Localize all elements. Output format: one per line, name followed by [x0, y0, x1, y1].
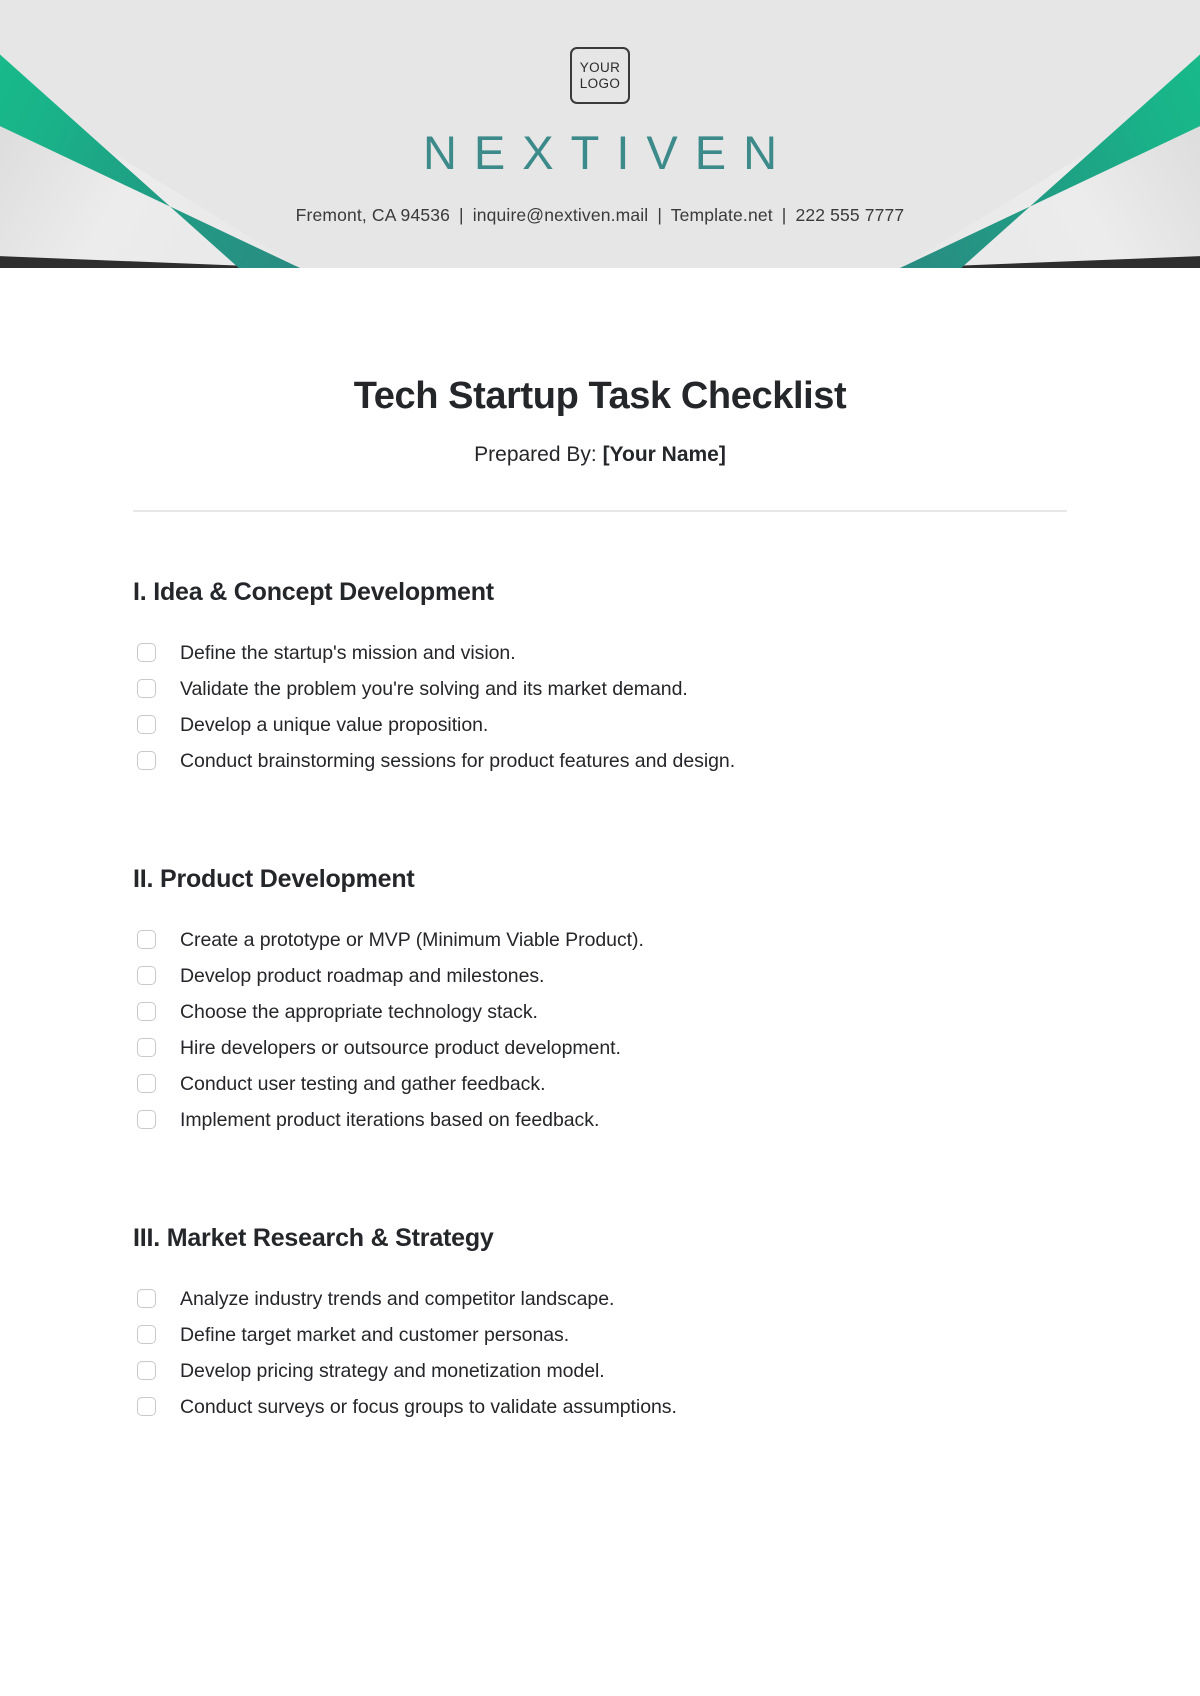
- prepared-by-line: Prepared By: [Your Name]: [133, 443, 1067, 467]
- checklist-item-label: Analyze industry trends and competitor l…: [180, 1287, 615, 1310]
- document-body: Tech Startup Task Checklist Prepared By:…: [0, 375, 1200, 1425]
- checklist-sections: I. Idea & Concept Development Define the …: [133, 578, 1067, 1425]
- contact-separator: |: [657, 205, 663, 225]
- checklist-item[interactable]: Define the startup's mission and vision.: [133, 635, 1067, 671]
- checklist: Analyze industry trends and competitor l…: [133, 1281, 1067, 1425]
- checklist-item-label: Choose the appropriate technology stack.: [180, 1000, 538, 1023]
- checkbox-icon[interactable]: [137, 678, 156, 698]
- page-title: Tech Startup Task Checklist: [353, 375, 847, 417]
- checklist-item[interactable]: Validate the problem you're solving and …: [133, 671, 1067, 707]
- checkbox-icon[interactable]: [137, 1288, 156, 1308]
- checklist-item[interactable]: Choose the appropriate technology stack.: [133, 994, 1067, 1030]
- checkbox-icon[interactable]: [137, 1073, 156, 1093]
- checklist-item-label: Conduct brainstorming sessions for produ…: [180, 749, 736, 772]
- checklist-item[interactable]: Hire developers or outsource product dev…: [133, 1030, 1067, 1066]
- checklist-item-label: Define target market and customer person…: [180, 1323, 570, 1346]
- checklist-section: I. Idea & Concept Development Define the …: [133, 578, 1067, 779]
- checklist-item[interactable]: Conduct brainstorming sessions for produ…: [133, 743, 1067, 779]
- checklist-item[interactable]: Develop a unique value proposition.: [133, 707, 1067, 743]
- section-heading: III. Market Research & Strategy: [133, 1223, 494, 1252]
- checklist-item-label: Define the startup's mission and vision.: [180, 641, 516, 664]
- document-page: YOUR LOGO NEXTIVEN Fremont, CA 94536 | i…: [0, 0, 1200, 1696]
- contact-info-line: Fremont, CA 94536 | inquire@nextiven.mai…: [296, 205, 905, 226]
- checklist-section: III. Market Research & Strategy Analyze i…: [133, 1224, 1067, 1425]
- checkbox-icon[interactable]: [137, 929, 156, 949]
- checklist-item-label: Conduct user testing and gather feedback…: [180, 1072, 546, 1095]
- checklist-item-label: Develop product roadmap and milestones.: [180, 964, 545, 987]
- header-content: YOUR LOGO NEXTIVEN Fremont, CA 94536 | i…: [0, 0, 1200, 268]
- checklist-item-label: Develop pricing strategy and monetizatio…: [180, 1359, 605, 1382]
- brand-wordmark: NEXTIVEN: [422, 126, 795, 179]
- checkbox-icon[interactable]: [137, 1109, 156, 1129]
- checklist-item-label: Hire developers or outsource product dev…: [180, 1036, 621, 1059]
- checkbox-icon[interactable]: [137, 1001, 156, 1021]
- checklist-item[interactable]: Analyze industry trends and competitor l…: [133, 1281, 1067, 1317]
- contact-separator: |: [459, 205, 464, 225]
- checkbox-icon[interactable]: [137, 750, 156, 770]
- checkbox-icon[interactable]: [137, 1037, 156, 1057]
- checklist-item[interactable]: Conduct surveys or focus groups to valid…: [133, 1389, 1067, 1425]
- checklist-item[interactable]: Implement product iterations based on fe…: [133, 1102, 1067, 1138]
- checklist-item[interactable]: Define target market and customer person…: [133, 1317, 1067, 1353]
- contact-separator: |: [781, 205, 787, 225]
- letterhead-header: YOUR LOGO NEXTIVEN Fremont, CA 94536 | i…: [0, 0, 1200, 268]
- contact-address: Fremont, CA 94536: [295, 205, 450, 225]
- contact-email: inquire@nextiven.mail: [472, 205, 649, 225]
- prepared-by-label: Prepared By:: [474, 442, 597, 466]
- checkbox-icon[interactable]: [137, 965, 156, 985]
- section-heading: I. Idea & Concept Development: [133, 577, 494, 606]
- checklist-section: II. Product Development Create a prototyp…: [133, 865, 1067, 1138]
- title-divider: [133, 509, 1067, 512]
- checklist-item-label: Conduct surveys or focus groups to valid…: [180, 1395, 677, 1418]
- prepared-by-value[interactable]: [Your Name]: [603, 443, 726, 466]
- checklist: Create a prototype or MVP (Minimum Viabl…: [133, 922, 1067, 1138]
- checkbox-icon[interactable]: [137, 714, 156, 734]
- checkbox-icon[interactable]: [137, 1396, 156, 1416]
- checkbox-icon[interactable]: [137, 1324, 156, 1344]
- checklist-item-label: Implement product iterations based on fe…: [180, 1108, 600, 1131]
- checklist-item[interactable]: Create a prototype or MVP (Minimum Viabl…: [133, 922, 1067, 958]
- checkbox-icon[interactable]: [137, 642, 156, 662]
- checkbox-icon[interactable]: [137, 1360, 156, 1380]
- contact-phone: 222 555 7777: [795, 205, 905, 225]
- checklist-item[interactable]: Conduct user testing and gather feedback…: [133, 1066, 1067, 1102]
- logo-placeholder: YOUR LOGO: [570, 47, 630, 104]
- checklist-item[interactable]: Develop product roadmap and milestones.: [133, 958, 1067, 994]
- section-heading: II. Product Development: [133, 864, 415, 893]
- checklist-item[interactable]: Develop pricing strategy and monetizatio…: [133, 1353, 1067, 1389]
- checklist-item-label: Validate the problem you're solving and …: [180, 677, 688, 700]
- checklist-item-label: Develop a unique value proposition.: [180, 713, 489, 736]
- logo-text-line-1: YOUR: [579, 60, 621, 76]
- checklist: Define the startup's mission and vision.…: [133, 635, 1067, 779]
- contact-website: Template.net: [670, 205, 773, 225]
- logo-text-line-2: LOGO: [579, 75, 621, 91]
- checklist-item-label: Create a prototype or MVP (Minimum Viabl…: [180, 928, 644, 951]
